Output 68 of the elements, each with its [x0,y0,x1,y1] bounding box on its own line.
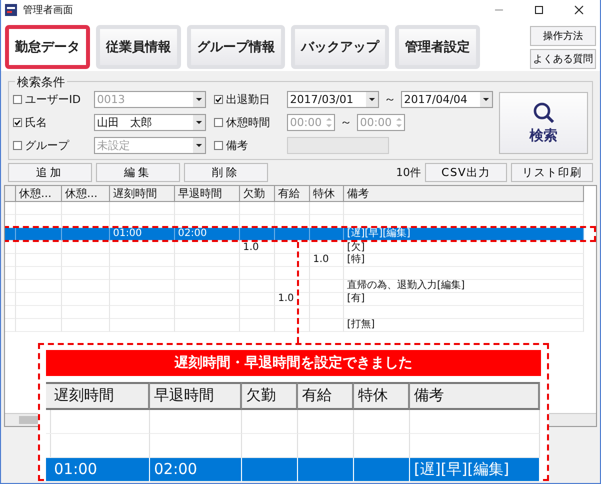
action-button[interactable]: 編集 [96,162,180,182]
column-header[interactable]: 備考 [344,186,584,202]
column-header: 特休 [354,382,410,410]
column-header: 早退時間 [150,382,242,410]
column-header[interactable]: 欠勤 [240,186,275,202]
group-legend: 検索条件 [15,74,67,91]
table-cell: [遅][早][編集] [344,228,584,241]
nav-tab[interactable]: 管理者設定 [395,25,480,69]
action-button[interactable]: 追加 [8,162,92,182]
nav-tab[interactable]: バックアップ [291,25,389,69]
column-header[interactable]: 休憩... [62,186,110,202]
table-cell: [欠] [344,241,584,254]
column-header: 遅刻時間 [50,382,150,410]
help-button[interactable]: よくある質問 [530,48,596,68]
table-cell: 1.0 [310,254,344,267]
table-cell: 01:00 [110,228,175,241]
export-button[interactable]: リスト印刷 [511,162,593,182]
checkbox[interactable] [214,95,223,104]
row-header[interactable] [5,228,16,241]
nav-tab[interactable]: グループ情報 [187,25,285,69]
checkbox[interactable] [13,95,22,104]
table-cell: [打無] [344,319,584,332]
range-separator: ～ [384,91,396,108]
column-header[interactable]: 休憩... [16,186,62,202]
condition-label: 備考 [226,138,249,153]
condition-label: 出退勤日 [226,92,271,107]
column-header: 有給 [298,382,354,410]
table-cell: [遅][早][編集] [410,458,540,482]
column-header[interactable]: 早退時間 [175,186,240,202]
table-cell: 1.0 [240,241,275,254]
condition-label: 休憩時間 [226,115,271,130]
table-cell: [特] [344,254,584,267]
message-banner: 遅刻時間・早退時間を設定できました [46,350,541,376]
column-header: 欠勤 [242,382,298,410]
window-title: 管理者画面 [23,4,73,17]
checkbox[interactable] [13,118,22,127]
export-button[interactable]: CSV出力 [425,162,507,182]
checkbox[interactable] [214,141,223,150]
combo-box[interactable]: 山田 太郎 [94,114,206,131]
column-header[interactable]: 有給 [275,186,310,202]
condition-label: グループ [25,138,70,153]
range-separator: ～ [340,114,352,131]
column-header[interactable]: 特休 [310,186,344,202]
search-icon [532,100,556,124]
maximize-icon[interactable] [534,5,544,15]
checkbox[interactable] [13,141,22,150]
condition-label: 氏名 [25,115,48,130]
table-cell: 02:00 [150,458,242,482]
table-cell: 1.0 [275,293,310,306]
column-header[interactable]: 遅刻時間 [110,186,175,202]
action-button[interactable]: 削除 [184,162,268,182]
help-button[interactable]: 操作方法 [530,26,596,46]
table-cell: 02:00 [175,228,240,241]
table-cell: [有] [344,293,584,306]
table-cell: 直帰の為、退勤入力[編集] [344,280,584,293]
app-icon [5,4,17,16]
nav-tab[interactable]: 勤怠データ [5,25,90,69]
column-header: 備考 [410,382,540,410]
date-picker[interactable]: 2017/03/01 [287,91,379,108]
checkbox[interactable] [214,118,223,127]
condition-label: ユーザーID [25,92,82,107]
close-icon[interactable] [574,5,584,15]
search-button[interactable]: 検索 [499,92,588,154]
date-picker[interactable]: 2017/04/04 [401,91,493,108]
text-field[interactable] [287,137,389,154]
table-cell: 01:00 [50,458,150,482]
record-count: 10件 [396,164,421,180]
nav-tab[interactable]: 従業員情報 [96,25,181,69]
